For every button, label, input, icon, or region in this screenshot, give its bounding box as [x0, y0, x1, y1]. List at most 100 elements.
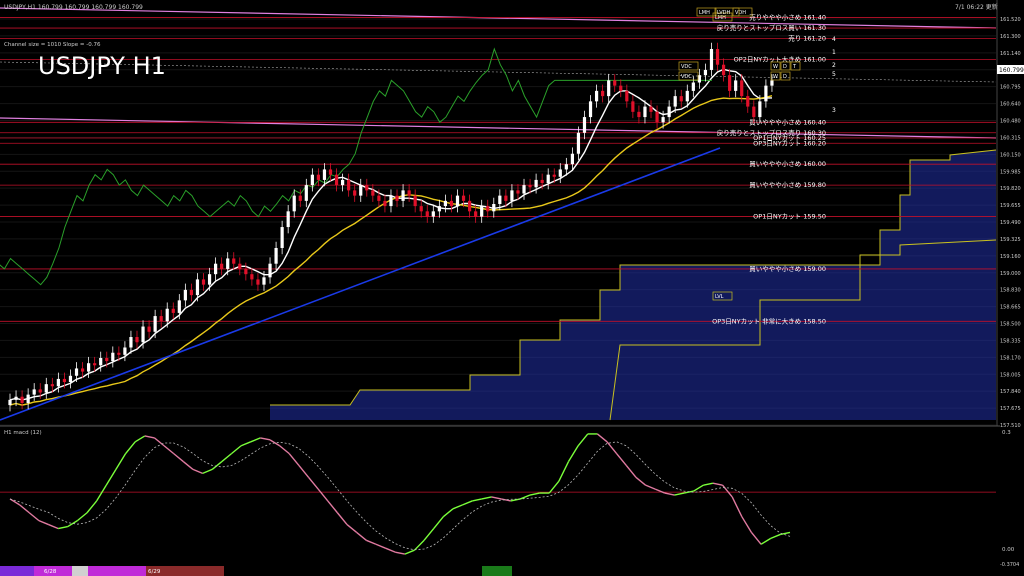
candle-body	[570, 153, 574, 165]
candle-body	[68, 375, 73, 383]
candle-body	[582, 117, 587, 133]
candle-body	[20, 396, 24, 404]
candle-body	[105, 357, 109, 362]
candle-body	[371, 190, 375, 196]
candle-body	[262, 277, 266, 285]
candle-body	[123, 347, 127, 355]
candle-body	[715, 48, 720, 65]
candle-body	[395, 195, 399, 201]
candle-body	[26, 394, 30, 404]
candle-body	[207, 274, 212, 285]
candle-body	[679, 96, 683, 102]
badge-label: VDC	[681, 64, 692, 70]
candle-body	[709, 48, 714, 70]
wave-label: 1	[832, 49, 836, 56]
badge-label: VDH	[735, 10, 746, 16]
candle-body	[522, 185, 526, 194]
candle-body	[619, 85, 623, 91]
candle-body	[540, 179, 544, 184]
candle-body	[407, 190, 411, 196]
candle-body	[649, 106, 653, 112]
candle-body	[498, 195, 502, 205]
candle-body	[359, 185, 363, 196]
y-tick-label: 159.820	[1000, 186, 1021, 192]
y-tick-label: 159.655	[1000, 203, 1021, 209]
current-price-label: 160.799	[999, 67, 1024, 74]
candle-body	[721, 64, 726, 76]
candle-body	[153, 316, 157, 332]
y-tick-label: 157.510	[1000, 423, 1021, 429]
y-tick-label: 160.480	[1000, 119, 1021, 125]
y-tick-label: 160.640	[1000, 102, 1021, 108]
y-tick-label: 159.325	[1000, 237, 1021, 243]
y-tick-label: 159.490	[1000, 220, 1021, 226]
candle-body	[334, 174, 339, 186]
price-chart[interactable]: 売りややや小さめ 161.40戻り売りとストップロス買い 161.30 売り 16…	[0, 0, 1024, 576]
candle-body	[443, 200, 448, 207]
candle-body	[449, 200, 454, 207]
candle-body	[310, 174, 314, 186]
candle-body	[740, 80, 744, 97]
candle-body	[32, 389, 36, 395]
candle-body	[746, 96, 750, 107]
level-label: 買いややや小さめ 159.00	[749, 264, 826, 273]
level-label: OP3日NYカット 非常に大きめ 158.50	[712, 316, 826, 325]
candle-body	[510, 190, 514, 201]
candle-body	[661, 117, 665, 123]
candle-body	[292, 195, 296, 212]
candle-body	[389, 195, 393, 207]
candle-body	[365, 185, 369, 191]
candle-body	[304, 185, 308, 201]
level-label: 売りややや小さめ 161.40	[749, 13, 826, 22]
candle-body	[413, 195, 417, 207]
y-tick-label: 159.000	[1000, 271, 1021, 277]
candle-body	[601, 90, 605, 97]
date-label-2: 6/29	[148, 569, 161, 575]
candle-body	[594, 90, 599, 102]
candle-body	[298, 195, 302, 201]
wave-label: 2	[832, 62, 836, 69]
candle-body	[347, 179, 351, 191]
candle-body	[353, 190, 357, 196]
candle-body	[220, 263, 224, 269]
candle-body	[752, 106, 756, 118]
candle-body	[564, 164, 568, 170]
candle-body	[340, 179, 345, 186]
symbol-line: USDJPY,H1 160.799 160.799 160.799 160.79…	[4, 4, 143, 11]
candle-body	[159, 316, 163, 322]
candle-body	[461, 195, 466, 201]
chart-title: USDJPY H1	[38, 52, 166, 80]
y-tick-label: 158.665	[1000, 305, 1021, 311]
candle-body	[129, 337, 133, 348]
candle-body	[177, 300, 181, 313]
candle-body	[274, 247, 278, 264]
candle-body	[474, 211, 478, 217]
candle-body	[286, 211, 290, 228]
candle-body	[238, 263, 242, 269]
candle-body	[764, 85, 768, 102]
candle-body	[504, 195, 508, 201]
candle-body	[691, 82, 695, 91]
candle-body	[758, 101, 762, 118]
candle-body	[268, 263, 272, 278]
wave-label: 3	[832, 107, 836, 114]
candle-body	[486, 206, 490, 212]
candle-body	[576, 132, 581, 154]
candle-body	[141, 326, 145, 343]
candle-body	[480, 206, 484, 217]
badge-label: LVL	[715, 294, 724, 300]
candle-body	[80, 368, 85, 372]
candle-body	[189, 289, 194, 296]
y-tick-label: 158.335	[1000, 338, 1021, 344]
session-segment	[72, 566, 88, 576]
y-tick-label: 161.520	[1000, 17, 1021, 23]
candle-body	[534, 179, 538, 188]
candle-body	[87, 363, 91, 372]
candle-body	[673, 96, 677, 107]
y-tick-label: 159.985	[1000, 169, 1021, 175]
y-tick-label: 158.005	[1000, 372, 1021, 378]
candle-body	[171, 308, 175, 313]
candle-body	[226, 258, 230, 269]
y-tick-label: 158.830	[1000, 288, 1021, 294]
level-label: OP1日NYカット 159.50	[753, 213, 826, 221]
